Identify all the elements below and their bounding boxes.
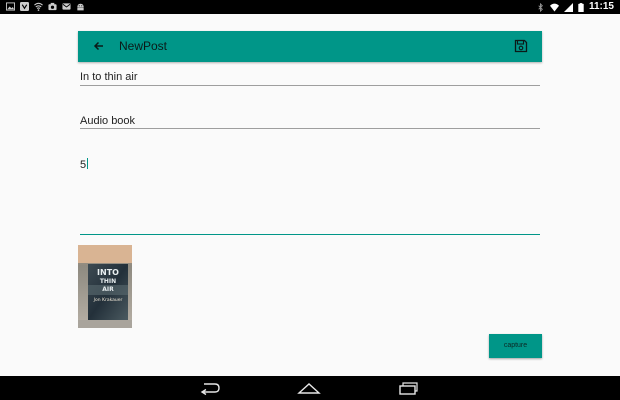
category-underline: [80, 128, 540, 129]
status-bar: 11:15: [0, 0, 620, 14]
thumb-text-author: Jon Krakauer: [93, 297, 123, 303]
thumb-text-into: INTO: [97, 268, 119, 277]
title-field[interactable]: In to thin air: [80, 71, 540, 87]
capture-button[interactable]: capture: [489, 334, 542, 358]
title-value: In to thin air: [80, 71, 138, 83]
signal-icon: [563, 2, 573, 12]
notification-icons: [6, 2, 85, 11]
shield-icon: [20, 2, 29, 11]
description-text: 5: [80, 158, 89, 172]
category-value: Audio book: [80, 115, 136, 127]
title-underline: [80, 85, 540, 86]
camera-icon: [48, 2, 57, 11]
save-icon[interactable]: [514, 39, 528, 53]
recents-icon[interactable]: [396, 380, 420, 396]
back-icon[interactable]: [198, 380, 222, 396]
home-icon[interactable]: [297, 380, 321, 396]
system-icons: 11:15: [536, 1, 614, 13]
wifi-icon: [34, 2, 43, 11]
description-value: 5: [80, 159, 87, 171]
wifi-signal-icon: [549, 3, 559, 12]
book-cover-image: INTO THIN AIR Jon Krakauer: [78, 245, 132, 328]
bluetooth-icon: [538, 2, 543, 12]
battery-icon: [578, 2, 584, 12]
description-field[interactable]: 5: [80, 157, 540, 237]
thumb-text-thin: THIN: [100, 278, 116, 285]
page-title: NewPost: [119, 39, 168, 53]
thumb-text-air: AIR: [102, 286, 114, 293]
captured-photo-thumbnail[interactable]: INTO THIN AIR Jon Krakauer: [78, 245, 132, 328]
description-underline: [80, 234, 540, 235]
arrow-back-icon[interactable]: [92, 39, 106, 53]
clock: 11:15: [588, 1, 614, 12]
text-cursor: [87, 158, 89, 169]
app-toolbar: NewPost: [78, 31, 542, 62]
mail-icon: [62, 3, 71, 10]
navigation-bar: [0, 376, 620, 400]
android-icon: [77, 3, 84, 11]
gallery-icon: [6, 2, 15, 11]
category-field[interactable]: Audio book: [80, 115, 540, 131]
